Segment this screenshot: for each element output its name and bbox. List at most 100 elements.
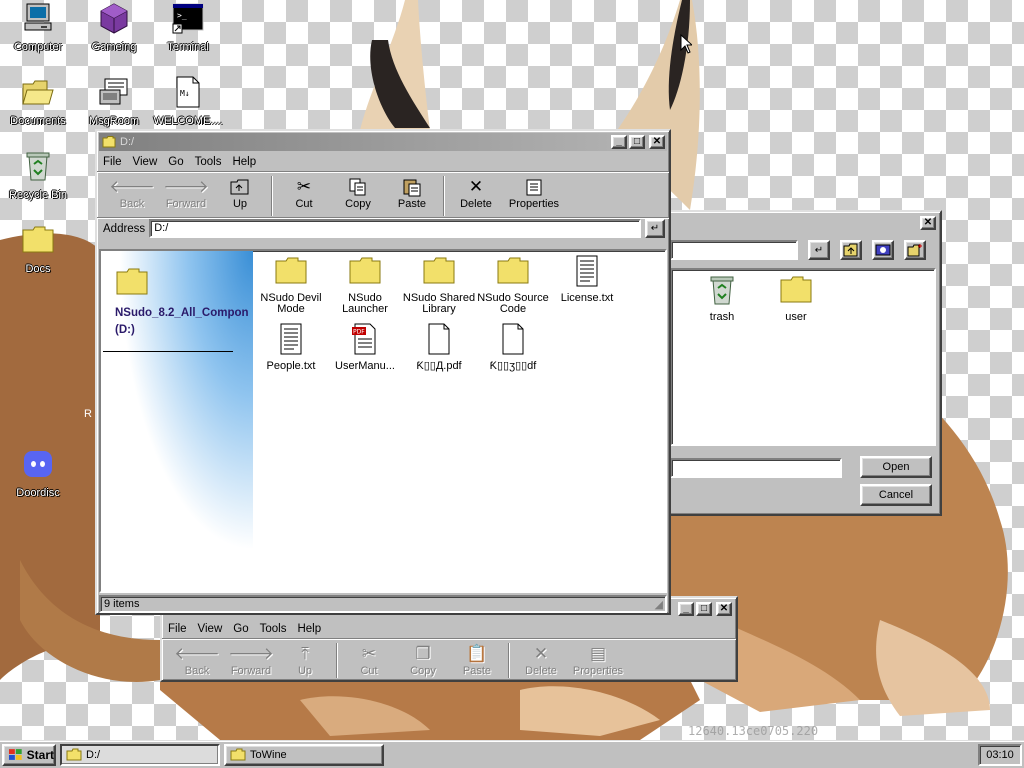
forward-button[interactable]: 🡒 Forward bbox=[159, 176, 213, 210]
start-button[interactable]: Start bbox=[2, 743, 56, 766]
copy-button[interactable]: ❐ Copy bbox=[396, 643, 450, 677]
copy-button[interactable]: Copy bbox=[331, 176, 385, 210]
desktop-icon-msgroom[interactable]: MsgRoom bbox=[76, 76, 152, 127]
task-button-towine[interactable]: ToWine bbox=[224, 743, 384, 766]
menu-tools[interactable]: Tools bbox=[260, 623, 287, 635]
delete-button[interactable]: ✕ Delete bbox=[449, 176, 503, 210]
list-item[interactable]: user bbox=[758, 274, 834, 323]
sidebar-divider bbox=[103, 351, 233, 352]
close-button[interactable]: ✕ bbox=[649, 135, 665, 149]
menu-view[interactable]: View bbox=[198, 623, 223, 635]
address-label: Address bbox=[103, 222, 146, 235]
forward-button[interactable]: 🡒 Forward bbox=[224, 643, 278, 677]
up-folder-icon: ⤒ bbox=[301, 644, 309, 663]
list-item-label: People.txt bbox=[266, 360, 316, 372]
maximize-button[interactable]: □ bbox=[629, 135, 645, 149]
taskbar: Start D:/ ToWine 03:10 bbox=[0, 740, 1024, 768]
up-folder-icon bbox=[230, 179, 249, 195]
close-button[interactable]: ✕ bbox=[920, 216, 936, 230]
desktop-icon-documents[interactable]: Documents bbox=[0, 76, 76, 127]
drive-icon bbox=[875, 244, 891, 256]
dialog-file-list[interactable]: trash user bbox=[670, 268, 936, 446]
sidebar-panel: NSudo_8.2_All_Compon (D:) bbox=[101, 251, 253, 591]
file-view[interactable]: NSudo_8.2_All_Compon (D:) NSudo Devil Mo… bbox=[99, 249, 667, 593]
desktop-icon-computer[interactable]: Computer bbox=[0, 2, 76, 53]
list-item-label: user bbox=[785, 311, 807, 323]
up-button[interactable]: Up bbox=[213, 176, 267, 210]
toolbar: 🡐 Back 🡒 Forward Up ✂ Cut Copy Paste ✕ Delet… bbox=[97, 171, 669, 217]
desktop-icon-terminal[interactable]: >_ Terminal bbox=[150, 2, 226, 53]
back-button[interactable]: 🡐 Back bbox=[105, 176, 159, 210]
drive-button[interactable] bbox=[872, 240, 894, 260]
explorer-window[interactable]: D:/ _ □ ✕ File View Go Tools Help 🡐 Back … bbox=[95, 129, 671, 615]
maximize-button[interactable]: □ bbox=[696, 602, 712, 616]
up-button[interactable]: ⤒ Up bbox=[278, 643, 332, 677]
back-button[interactable]: 🡐 Back bbox=[170, 643, 224, 677]
minimize-button[interactable]: _ bbox=[678, 602, 694, 616]
folder-icon bbox=[66, 748, 82, 761]
task-button-d-drive[interactable]: D:/ bbox=[60, 743, 220, 766]
menu-file[interactable]: File bbox=[103, 156, 122, 168]
system-clock[interactable]: 03:10 bbox=[978, 743, 1022, 766]
list-item-label: UserManu... bbox=[335, 360, 395, 372]
list-item[interactable]: PDF UserManu... bbox=[327, 323, 403, 372]
go-button[interactable]: ↵ bbox=[808, 240, 830, 260]
paste-button[interactable]: 📋 Paste bbox=[450, 643, 504, 677]
up-folder-button[interactable] bbox=[840, 240, 862, 260]
desktop-icon-label: MsgRoom bbox=[88, 115, 140, 127]
dialog-path-field[interactable] bbox=[670, 240, 798, 260]
menu-help[interactable]: Help bbox=[297, 623, 321, 635]
desktop-icon-doordisc[interactable]: Doordisc bbox=[0, 448, 76, 499]
folder-icon bbox=[349, 257, 381, 284]
list-item[interactable]: NSudo Source Code bbox=[475, 255, 551, 315]
desktop-icon-gameing[interactable]: Gameing bbox=[76, 2, 152, 53]
explorer-titlebar[interactable]: D:/ _ □ ✕ bbox=[99, 133, 667, 151]
delete-x-icon: ✕ bbox=[468, 177, 484, 196]
list-item[interactable]: NSudo Launcher bbox=[327, 255, 403, 315]
menu-tools[interactable]: Tools bbox=[195, 156, 222, 168]
menu-help[interactable]: Help bbox=[232, 156, 256, 168]
cancel-button[interactable]: Cancel bbox=[860, 484, 932, 506]
list-item[interactable]: trash bbox=[684, 274, 760, 323]
desktop-icon-label: Documents bbox=[10, 115, 66, 127]
pdf-file-icon: PDF bbox=[352, 323, 376, 355]
paste-button[interactable]: Paste bbox=[385, 176, 439, 210]
dialog-titlebar[interactable]: ✕ bbox=[666, 214, 938, 232]
list-item[interactable]: Ƙ▯▯Д.pdf bbox=[401, 323, 477, 372]
delete-button[interactable]: ✕ Delete bbox=[514, 643, 568, 677]
list-item-label: NSudo Launcher bbox=[342, 292, 388, 315]
new-folder-button[interactable] bbox=[904, 240, 926, 260]
resize-grip-icon[interactable]: ◢ bbox=[655, 598, 663, 611]
file-open-dialog[interactable]: ✕ ↵ trash user Open Cancel bbox=[662, 210, 942, 516]
properties-button[interactable]: Properties bbox=[503, 176, 565, 210]
cut-button[interactable]: ✂ Cut bbox=[342, 643, 396, 677]
cut-button[interactable]: ✂ Cut bbox=[277, 176, 331, 210]
minimize-button[interactable]: _ bbox=[611, 135, 627, 149]
properties-button[interactable]: ▤ Properties bbox=[568, 643, 628, 677]
desktop-icon-docs[interactable]: Docs bbox=[0, 224, 76, 275]
desktop-icon-label: Recycle Bin bbox=[8, 189, 68, 201]
desktop-icon-recycle-bin[interactable]: Recycle Bin bbox=[0, 150, 76, 201]
list-item[interactable]: Ƙ▯▯ʒ▯▯df bbox=[475, 323, 551, 372]
blank-file-icon bbox=[428, 323, 450, 355]
close-button[interactable]: ✕ bbox=[716, 602, 732, 616]
list-item[interactable]: License.txt bbox=[549, 255, 625, 304]
sidebar-title: NSudo_8.2_All_Compon bbox=[115, 307, 249, 319]
menu-view[interactable]: View bbox=[133, 156, 158, 168]
filename-field[interactable] bbox=[670, 458, 842, 478]
list-item[interactable]: NSudo Devil Mode bbox=[253, 255, 329, 315]
menu-go[interactable]: Go bbox=[168, 156, 183, 168]
desktop-icon-welcome[interactable]: M↓ WELCOME.... bbox=[150, 76, 226, 127]
folder-icon bbox=[497, 257, 529, 284]
menu-go[interactable]: Go bbox=[233, 623, 248, 635]
list-item[interactable]: People.txt bbox=[253, 323, 329, 372]
blank-file-icon bbox=[502, 323, 524, 355]
forward-arrow-icon: 🡒 bbox=[163, 177, 209, 196]
computer-icon bbox=[24, 3, 52, 31]
mouse-cursor-icon bbox=[680, 34, 692, 54]
go-button[interactable]: ↵ bbox=[645, 219, 665, 238]
menu-file[interactable]: File bbox=[168, 623, 187, 635]
open-button[interactable]: Open bbox=[860, 456, 932, 478]
list-item[interactable]: NSudo Shared Library bbox=[401, 255, 477, 315]
address-input[interactable]: D:/ bbox=[149, 219, 641, 238]
